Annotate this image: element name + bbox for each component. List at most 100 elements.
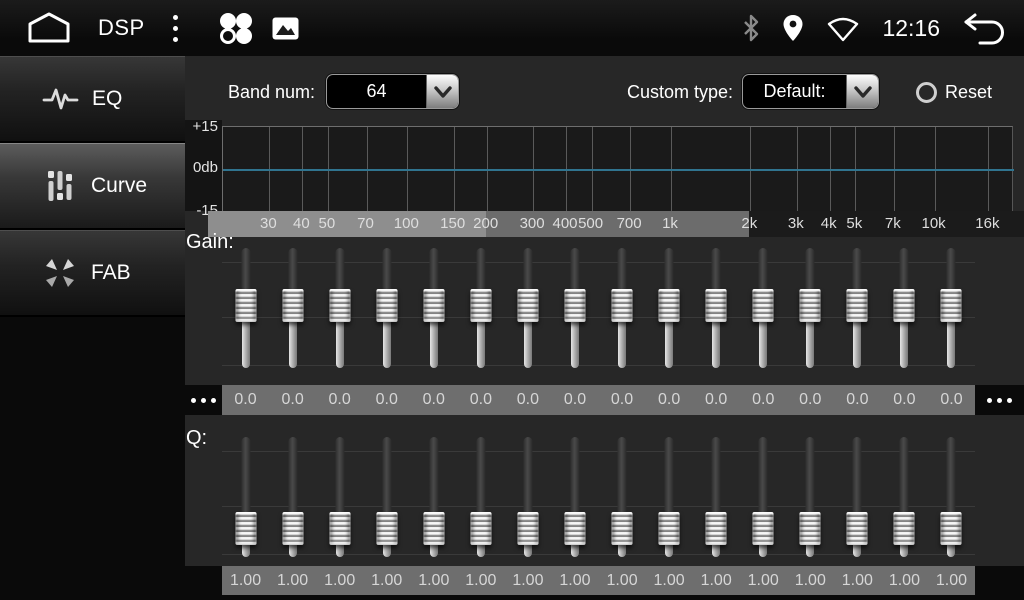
band-slider[interactable]: [646, 437, 693, 557]
scroll-left-button[interactable]: [185, 385, 222, 415]
band-num-dropdown[interactable]: 64: [326, 74, 459, 109]
slider-knob[interactable]: [235, 512, 256, 545]
slider-knob[interactable]: [753, 289, 774, 322]
band-value: 0.0: [222, 385, 269, 415]
slider-knob[interactable]: [659, 289, 680, 322]
gallery-icon[interactable]: [272, 17, 299, 40]
slider-knob[interactable]: [659, 512, 680, 545]
slider-knob[interactable]: [282, 512, 303, 545]
slider-knob[interactable]: [329, 289, 350, 322]
slider-knob[interactable]: [800, 289, 821, 322]
sidebar-item-label: FAB: [91, 261, 131, 285]
slider-knob[interactable]: [329, 512, 350, 545]
band-slider[interactable]: [881, 248, 928, 368]
slider-knob[interactable]: [517, 289, 538, 322]
slider-knob[interactable]: [612, 512, 633, 545]
slider-knob[interactable]: [423, 512, 444, 545]
band-slider[interactable]: [363, 248, 410, 368]
q-row-left-pad: [185, 566, 222, 596]
slider-knob[interactable]: [941, 289, 962, 322]
band-slider[interactable]: [599, 248, 646, 368]
slider-knob[interactable]: [470, 512, 491, 545]
band-slider[interactable]: [646, 248, 693, 368]
band-slider[interactable]: [834, 248, 881, 368]
slider-knob[interactable]: [470, 289, 491, 322]
band-slider[interactable]: [551, 437, 598, 557]
band-slider[interactable]: [457, 248, 504, 368]
band-slider[interactable]: [787, 248, 834, 368]
x-tick-label: 400: [552, 211, 577, 237]
slider-knob[interactable]: [847, 289, 868, 322]
slider-knob[interactable]: [423, 289, 444, 322]
band-value: 1.00: [928, 566, 975, 596]
band-slider[interactable]: [551, 248, 598, 368]
reset-button[interactable]: Reset: [916, 74, 992, 110]
slider-knob[interactable]: [517, 512, 538, 545]
band-value: 0.0: [740, 385, 787, 415]
band-slider[interactable]: [316, 437, 363, 557]
scroll-right-button[interactable]: [975, 385, 1024, 415]
x-tick-label: 40: [293, 211, 310, 237]
band-value: 1.00: [222, 566, 269, 596]
slider-knob[interactable]: [894, 289, 915, 322]
sidebar-item-curve[interactable]: Curve: [0, 143, 185, 230]
band-slider[interactable]: [928, 437, 975, 557]
custom-type-dropdown[interactable]: Default:: [742, 74, 879, 109]
slider-knob[interactable]: [564, 289, 585, 322]
slider-knob[interactable]: [753, 512, 774, 545]
sidebar: EQ Curve FAB: [0, 56, 185, 600]
band-slider[interactable]: [787, 437, 834, 557]
band-slider[interactable]: [740, 437, 787, 557]
band-slider[interactable]: [269, 248, 316, 368]
slider-knob[interactable]: [564, 512, 585, 545]
sidebar-item-fab[interactable]: FAB: [0, 230, 185, 317]
band-slider[interactable]: [928, 248, 975, 368]
slider-knob[interactable]: [706, 512, 727, 545]
slider-knob[interactable]: [376, 512, 397, 545]
band-value: 1.00: [787, 566, 834, 596]
band-slider[interactable]: [363, 437, 410, 557]
back-icon[interactable]: [962, 9, 1006, 47]
band-value: 1.00: [834, 566, 881, 596]
band-value: 0.0: [551, 385, 598, 415]
slider-knob[interactable]: [941, 512, 962, 545]
apps-clover-icon[interactable]: [216, 9, 254, 47]
more-vert-icon[interactable]: [169, 11, 182, 46]
slider-knob[interactable]: [235, 289, 256, 322]
band-slider[interactable]: [599, 437, 646, 557]
slider-knob[interactable]: [800, 512, 821, 545]
home-icon[interactable]: [26, 11, 72, 45]
bluetooth-icon: [742, 14, 760, 42]
eq-curve-line: [223, 169, 1014, 171]
band-slider[interactable]: [504, 248, 551, 368]
band-slider[interactable]: [740, 248, 787, 368]
band-slider[interactable]: [693, 248, 740, 368]
band-slider[interactable]: [504, 437, 551, 557]
band-slider[interactable]: [457, 437, 504, 557]
band-slider[interactable]: [410, 248, 457, 368]
band-slider[interactable]: [693, 437, 740, 557]
band-value: 1.00: [551, 566, 598, 596]
band-slider[interactable]: [222, 248, 269, 368]
dropdown-chevron-icon[interactable]: [846, 75, 878, 108]
slider-knob[interactable]: [706, 289, 727, 322]
slider-knob[interactable]: [894, 512, 915, 545]
band-value: 1.00: [646, 566, 693, 596]
dropdown-chevron-icon[interactable]: [426, 75, 458, 108]
band-slider[interactable]: [834, 437, 881, 557]
band-slider[interactable]: [316, 248, 363, 368]
band-slider[interactable]: [269, 437, 316, 557]
status-bar: DSP: [0, 0, 1024, 56]
slider-knob[interactable]: [282, 289, 303, 322]
band-slider[interactable]: [222, 437, 269, 557]
wifi-icon: [826, 14, 860, 42]
slider-knob[interactable]: [612, 289, 633, 322]
x-tick-label: 3k: [788, 211, 804, 237]
slider-knob[interactable]: [847, 512, 868, 545]
sidebar-item-eq[interactable]: EQ: [0, 56, 185, 143]
band-slider[interactable]: [881, 437, 928, 557]
slider-knob[interactable]: [376, 289, 397, 322]
x-tick-label: 50: [319, 211, 336, 237]
band-num-label: Band num:: [228, 74, 315, 110]
band-slider[interactable]: [410, 437, 457, 557]
